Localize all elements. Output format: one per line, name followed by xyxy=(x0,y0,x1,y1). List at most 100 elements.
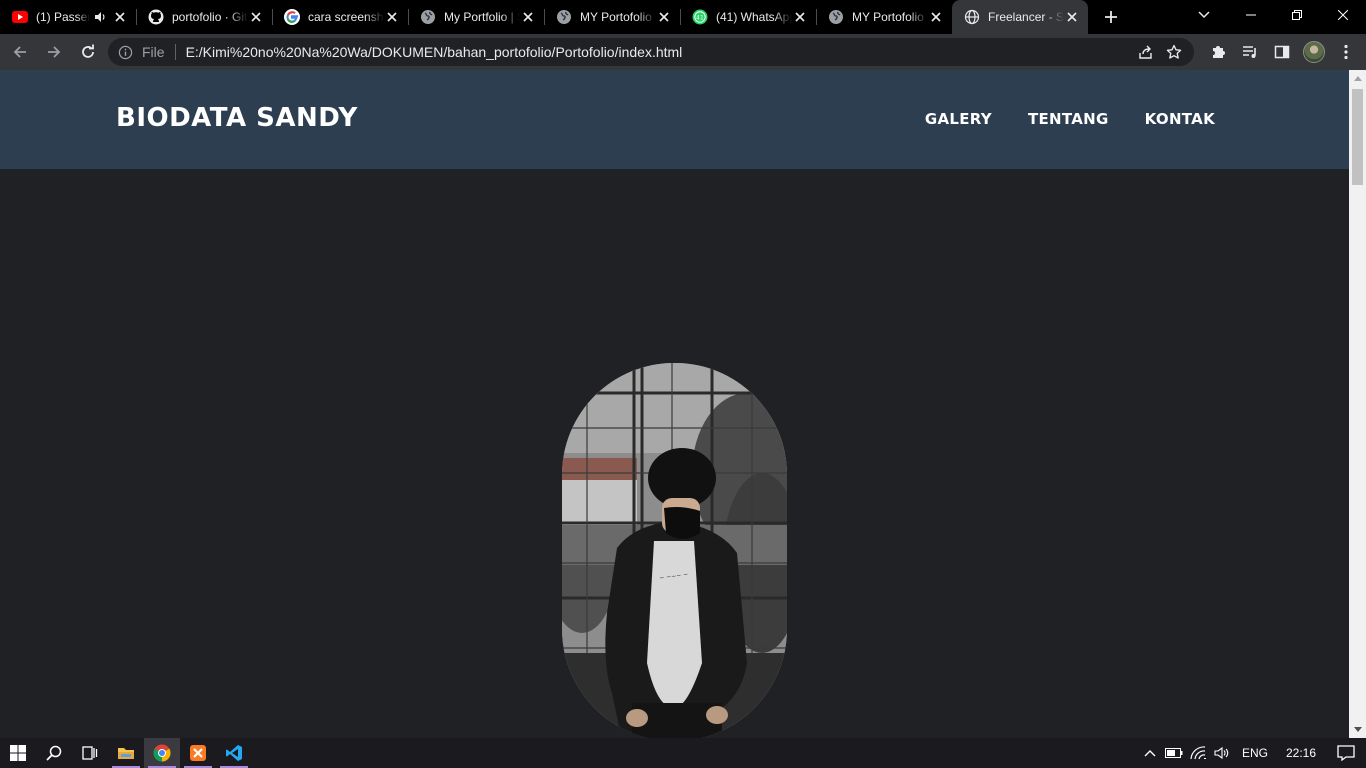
close-icon[interactable] xyxy=(520,9,536,25)
restore-icon xyxy=(1292,10,1302,20)
tab-google[interactable]: cara screenshot xyxy=(272,0,408,34)
globe-icon xyxy=(420,9,436,25)
tab-title: portofolio · GitHub xyxy=(172,10,248,24)
scrollbar-thumb[interactable] xyxy=(1352,89,1363,185)
divider xyxy=(174,44,176,60)
forward-button[interactable] xyxy=(38,36,70,68)
close-icon[interactable] xyxy=(928,9,944,25)
taskbar-xampp[interactable] xyxy=(180,738,216,768)
scroll-down-icon[interactable] xyxy=(1349,721,1366,738)
taskbar-chrome[interactable] xyxy=(144,738,180,768)
svg-text:41: 41 xyxy=(696,14,704,21)
side-panel-icon[interactable] xyxy=(1266,36,1298,68)
close-icon[interactable] xyxy=(1064,9,1080,25)
plus-icon xyxy=(1105,11,1117,23)
new-tab-button[interactable] xyxy=(1094,0,1128,34)
task-view-icon xyxy=(82,746,98,760)
taskbar-clock[interactable]: 22:16 xyxy=(1276,738,1326,768)
share-icon[interactable] xyxy=(1132,38,1160,66)
volume-icon[interactable] xyxy=(1210,738,1234,768)
tab-title: Freelancer - Start Bootstrap xyxy=(988,10,1064,24)
vscode-icon xyxy=(226,745,242,761)
nav-link-kontak[interactable]: KONTAK xyxy=(1145,110,1215,128)
arrow-right-icon xyxy=(48,46,61,58)
media-queue-icon[interactable] xyxy=(1234,36,1266,68)
url-text[interactable]: E:/Kimi%20no%20Na%20Wa/DOKUMEN/bahan_por… xyxy=(186,44,1132,60)
chevron-up-icon[interactable] xyxy=(1138,738,1162,768)
window-controls xyxy=(1228,0,1366,30)
tab-title: MY Portofolio xyxy=(580,10,652,24)
taskbar-vscode[interactable] xyxy=(216,738,252,768)
close-icon[interactable] xyxy=(792,9,808,25)
tab-search-button[interactable] xyxy=(1190,0,1218,30)
close-icon[interactable] xyxy=(384,9,400,25)
chrome-icon xyxy=(153,744,171,762)
restore-button[interactable] xyxy=(1274,0,1320,30)
tab-my-portfolio[interactable]: My Portfolio | Sandy xyxy=(408,0,544,34)
globe-icon xyxy=(964,9,980,25)
page-scrollbar[interactable] xyxy=(1349,70,1366,738)
close-icon[interactable] xyxy=(656,9,672,25)
browser-toolbar: File E:/Kimi%20no%20Na%20Wa/DOKUMEN/baha… xyxy=(0,34,1366,70)
windows-logo-icon xyxy=(10,745,26,761)
start-button[interactable] xyxy=(0,738,36,768)
tab-my-portofolio[interactable]: MY Portofolio xyxy=(544,0,680,34)
tab-freelancer[interactable]: Freelancer - Start Bootstrap xyxy=(952,0,1088,34)
tab-title: cara screenshot xyxy=(308,10,384,24)
profile-photo: ~ ~~~ ~ xyxy=(562,363,787,738)
extensions-puzzle-icon[interactable] xyxy=(1202,36,1234,68)
folder-icon xyxy=(118,748,134,759)
tab-title: My Portfolio | Sandy xyxy=(444,10,520,24)
speaker-icon[interactable] xyxy=(94,11,108,23)
tab-title: (1) Passenger xyxy=(36,10,90,24)
bookmark-star-icon[interactable] xyxy=(1160,38,1188,66)
back-button[interactable] xyxy=(4,36,36,68)
site-navbar: BIODATA SANDY GALERY TENTANG KONTAK xyxy=(0,70,1349,169)
tab-github[interactable]: portofolio · GitHub xyxy=(136,0,272,34)
close-icon xyxy=(1338,10,1348,20)
tab-strip: (1) Passenger portofolio · GitHub cara s… xyxy=(0,0,1366,34)
info-icon[interactable] xyxy=(118,45,134,60)
minimize-icon xyxy=(1246,14,1256,16)
address-bar[interactable]: File E:/Kimi%20no%20Na%20Wa/DOKUMEN/baha… xyxy=(108,38,1194,66)
notification-center-button[interactable] xyxy=(1326,738,1366,768)
youtube-icon xyxy=(12,9,28,25)
profile-avatar[interactable] xyxy=(1298,36,1330,68)
google-icon xyxy=(284,9,300,25)
taskbar-file-explorer[interactable] xyxy=(108,738,144,768)
battery-icon[interactable] xyxy=(1162,738,1186,768)
close-icon[interactable] xyxy=(248,9,264,25)
reload-icon xyxy=(82,44,94,58)
nav-links: GALERY TENTANG KONTAK xyxy=(925,110,1215,128)
nav-link-galery[interactable]: GALERY xyxy=(925,110,992,128)
close-window-button[interactable] xyxy=(1320,0,1366,30)
chevron-down-icon xyxy=(1198,11,1210,19)
tab-title: (41) WhatsApp xyxy=(716,10,792,24)
whatsapp-icon: 41 xyxy=(692,9,708,25)
tab-youtube[interactable]: (1) Passenger xyxy=(0,0,136,34)
tab-my-portofolio-2[interactable]: MY Portofolio xyxy=(816,0,952,34)
tab-whatsapp[interactable]: 41 (41) WhatsApp xyxy=(680,0,816,34)
url-scheme-label: File xyxy=(142,44,165,60)
tab-title: MY Portofolio xyxy=(852,10,924,24)
globe-icon xyxy=(556,9,572,25)
system-tray: ENG 22:16 xyxy=(1138,738,1366,768)
close-icon[interactable] xyxy=(112,9,128,25)
minimize-button[interactable] xyxy=(1228,0,1274,30)
nav-link-tentang[interactable]: TENTANG xyxy=(1028,110,1109,128)
task-view-button[interactable] xyxy=(72,738,108,768)
input-language-indicator[interactable]: ENG xyxy=(1234,738,1276,768)
notification-icon xyxy=(1337,745,1355,761)
windows-taskbar: ENG 22:16 xyxy=(0,738,1366,768)
github-icon xyxy=(148,9,164,25)
globe-icon xyxy=(828,9,844,25)
xampp-icon xyxy=(190,745,206,761)
search-icon xyxy=(46,745,62,761)
arrow-left-icon xyxy=(13,46,26,58)
wifi-icon[interactable] xyxy=(1186,738,1210,768)
menu-kebab-icon[interactable] xyxy=(1330,36,1362,68)
site-brand-link[interactable]: BIODATA SANDY xyxy=(116,103,358,133)
reload-button[interactable] xyxy=(72,36,104,68)
search-button[interactable] xyxy=(36,738,72,768)
scroll-up-icon[interactable] xyxy=(1349,70,1366,87)
